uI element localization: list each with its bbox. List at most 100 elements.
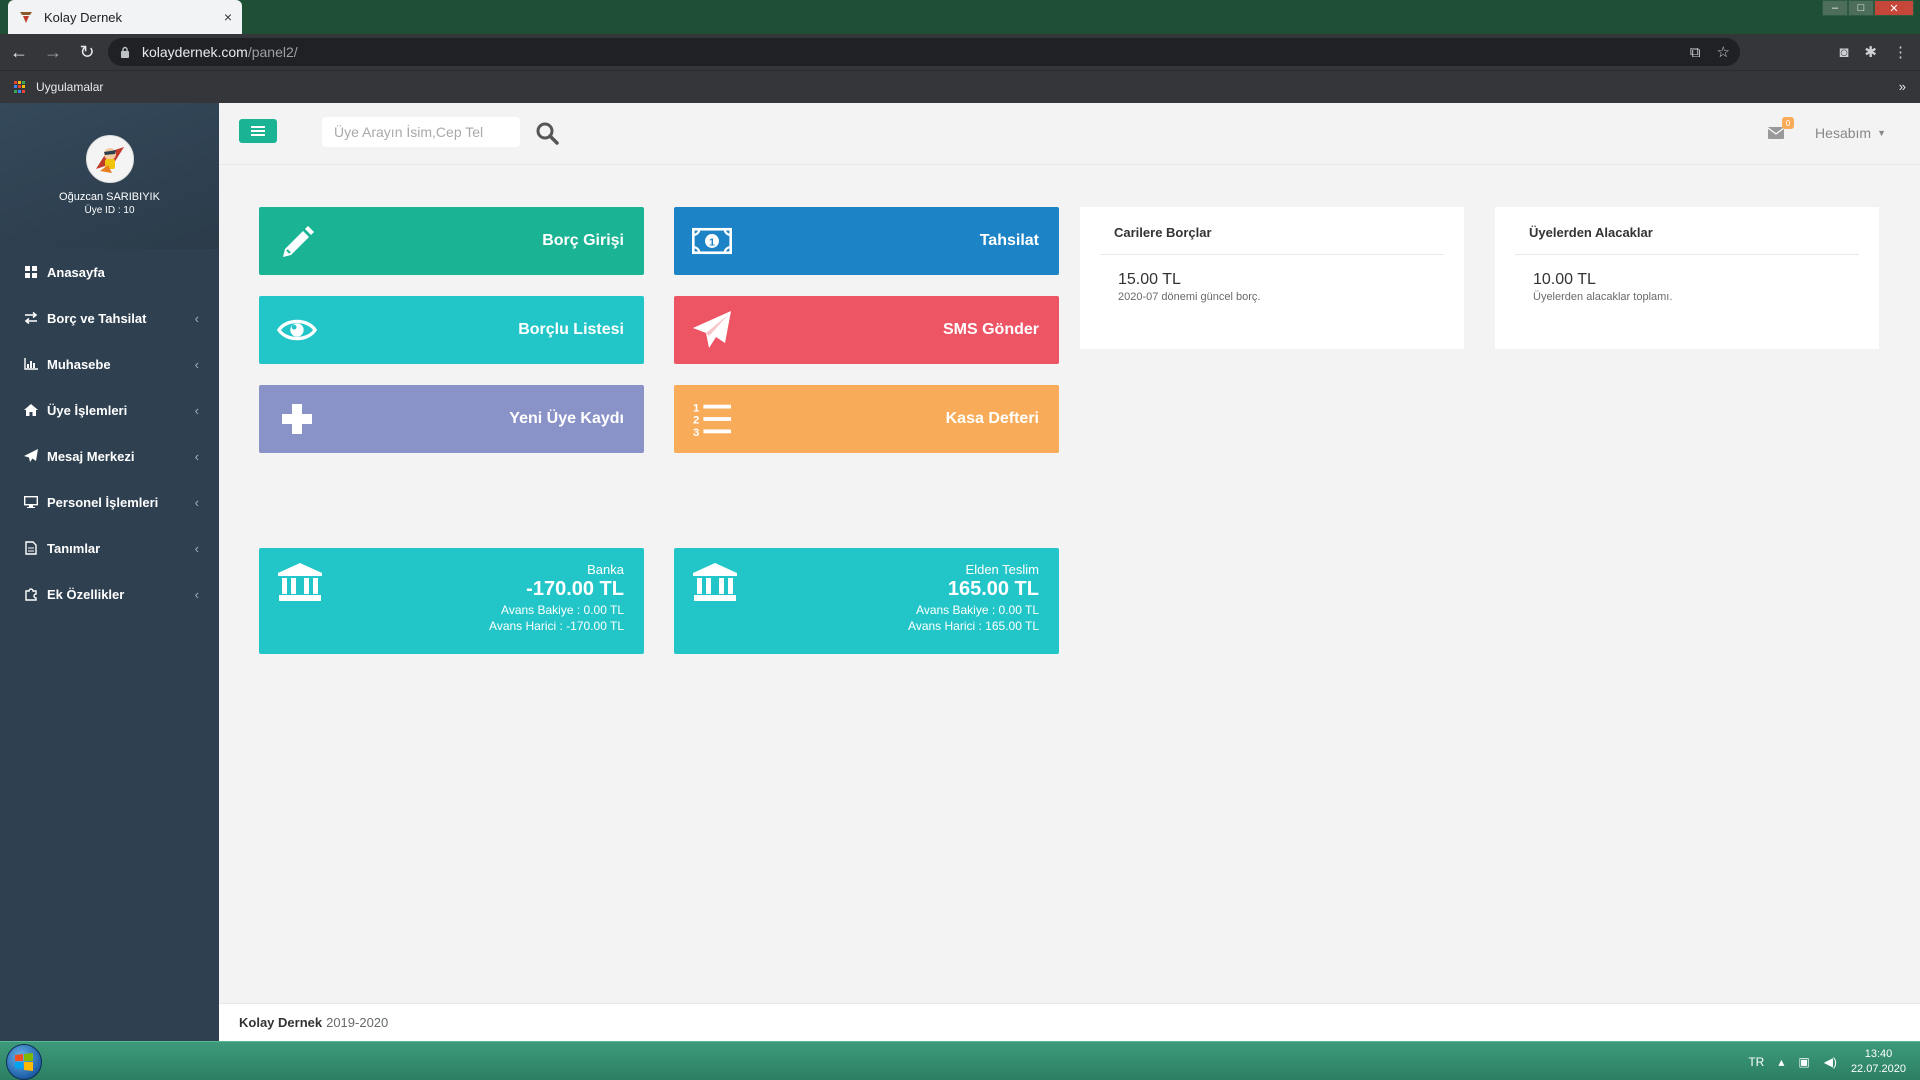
- bank-box-banka[interactable]: Banka -170.00 TL Avans Bakiye : 0.00 TL …: [259, 548, 644, 654]
- tray-expand-icon[interactable]: ▴: [1778, 1055, 1784, 1069]
- sidebar-item-anasayfa[interactable]: Anasayfa: [0, 249, 219, 295]
- sidebar-item-label: Anasayfa: [47, 264, 105, 280]
- plus-icon: [277, 399, 317, 439]
- maximize-icon[interactable]: □: [1848, 0, 1874, 16]
- bank-advance-balance: Avans Bakiye : 0.00 TL: [916, 603, 1039, 617]
- os-taskbar: TR ▴ ▣ ◀) 13:40 22.07.2020: [0, 1041, 1920, 1080]
- paper-plane-icon: [23, 448, 39, 464]
- bank-icon: [278, 563, 322, 601]
- member-search-input[interactable]: [322, 117, 520, 147]
- sidebar-item-mesaj-merkezi[interactable]: Mesaj Merkezi ‹: [0, 433, 219, 479]
- puzzle-icon: [23, 586, 39, 602]
- bar-chart-icon: [23, 356, 39, 372]
- tile-borc-girisi[interactable]: Borç Girişi: [259, 207, 644, 275]
- sidebar-item-ek-ozellikler[interactable]: Ek Özellikler ‹: [0, 571, 219, 617]
- browser-menu-icon[interactable]: ⋮: [1893, 43, 1908, 61]
- svg-text:3: 3: [693, 427, 699, 439]
- system-tray: TR ▴ ▣ ◀) 13:40 22.07.2020: [1748, 1042, 1906, 1080]
- bank-box-elden-teslim[interactable]: Elden Teslim 165.00 TL Avans Bakiye : 0.…: [674, 548, 1059, 654]
- sidebar-item-uye-islemleri[interactable]: Üye İşlemleri ‹: [0, 387, 219, 433]
- window-controls: – □ ✕: [1822, 0, 1914, 16]
- back-icon[interactable]: ←: [4, 37, 34, 67]
- sidebar-item-personel-islemleri[interactable]: Personel İşlemleri ‹: [0, 479, 219, 525]
- bookmarks-overflow-icon[interactable]: »: [1899, 79, 1906, 94]
- chevron-left-icon: ‹: [194, 310, 199, 326]
- chevron-left-icon: ‹: [194, 586, 199, 602]
- bookmark-star-icon[interactable]: ☆: [1717, 43, 1730, 61]
- tab-close-icon[interactable]: ×: [224, 9, 232, 25]
- messages-count-badge: 0: [1782, 117, 1794, 129]
- tile-kasa-defteri[interactable]: 123 Kasa Defteri: [674, 385, 1059, 453]
- chevron-left-icon: ‹: [194, 448, 199, 464]
- pencil-icon: [277, 221, 317, 261]
- network-icon[interactable]: ▣: [1798, 1055, 1809, 1069]
- file-icon: [23, 540, 39, 556]
- sidebar-item-label: Personel İşlemleri: [47, 494, 159, 510]
- sidebar-item-borc-ve-tahsilat[interactable]: Borç ve Tahsilat ‹: [0, 295, 219, 341]
- bank-amount: -170.00 TL: [526, 578, 624, 600]
- eye-icon: [277, 310, 317, 350]
- windows-logo-icon: [15, 1053, 33, 1071]
- start-button[interactable]: [6, 1044, 42, 1080]
- home-icon: [23, 402, 39, 418]
- account-dropdown[interactable]: Hesabım ▼: [1815, 125, 1886, 141]
- hamburger-icon: [251, 126, 265, 136]
- forward-icon[interactable]: →: [38, 37, 68, 67]
- sidebar-item-label: Muhasebe: [47, 356, 111, 372]
- tile-tahsilat[interactable]: 1 Tahsilat: [674, 207, 1059, 275]
- profile-name: Oğuzcan SARIBIYIK: [59, 191, 160, 203]
- system-clock[interactable]: 13:40 22.07.2020: [1851, 1047, 1906, 1077]
- bank-amount: 165.00 TL: [947, 578, 1039, 600]
- bank-name: Elden Teslim: [965, 562, 1039, 577]
- tile-sms-gonder[interactable]: SMS Gönder: [674, 296, 1059, 364]
- page-footer: Kolay Dernek 2019-2020: [219, 1003, 1920, 1041]
- volume-icon[interactable]: ◀): [1824, 1055, 1837, 1069]
- tile-yeni-uye-kaydi[interactable]: Yeni Üye Kaydı: [259, 385, 644, 453]
- url-field[interactable]: kolaydernek.com/panel2/ ⧉ ☆: [108, 38, 1740, 66]
- browser-titlebar: Kolay Dernek × – □ ✕: [0, 0, 1920, 34]
- sidebar-item-muhasebe[interactable]: Muhasebe ‹: [0, 341, 219, 387]
- tile-label: Yeni Üye Kaydı: [509, 410, 624, 427]
- tile-borclu-listesi[interactable]: Borçlu Listesi: [259, 296, 644, 364]
- menu-toggle-button[interactable]: [239, 119, 277, 143]
- sidebar-item-tanimlar[interactable]: Tanımlar ‹: [0, 525, 219, 571]
- profile-id: Üye ID : 10: [84, 205, 135, 216]
- tab-title: Kolay Dernek: [44, 9, 123, 25]
- sidebar-item-label: Borç ve Tahsilat: [47, 310, 147, 326]
- tile-label: Kasa Defteri: [945, 410, 1039, 427]
- caret-down-icon: ▼: [1877, 128, 1886, 138]
- svg-text:1: 1: [709, 237, 715, 248]
- language-indicator[interactable]: TR: [1748, 1055, 1764, 1069]
- browser-tab[interactable]: Kolay Dernek ×: [8, 0, 242, 34]
- avatar[interactable]: [85, 135, 134, 183]
- chevron-left-icon: ‹: [194, 494, 199, 510]
- bookmark-apps[interactable]: Uygulamalar: [36, 80, 103, 94]
- translate-icon[interactable]: ⧉: [1690, 44, 1701, 61]
- tile-label: SMS Gönder: [942, 321, 1039, 338]
- dashboard-icon: [23, 264, 39, 280]
- widget-title: Üyelerden Alacaklar: [1515, 225, 1859, 255]
- bank-excluding-advance: Avans Harici : -170.00 TL: [489, 619, 624, 633]
- window-close-icon[interactable]: ✕: [1874, 0, 1914, 16]
- sidebar-menu: Anasayfa Borç ve Tahsilat ‹ Muhasebe ‹ Ü…: [0, 249, 219, 617]
- apps-grid-icon[interactable]: [14, 81, 26, 93]
- search-icon: [536, 122, 559, 145]
- widget-subtitle: Üyelerden alacaklar toplamı.: [1533, 291, 1673, 303]
- bank-icon: [693, 563, 737, 601]
- messages-button[interactable]: 0: [1768, 117, 1794, 141]
- bank-excluding-advance: Avans Harici : 165.00 TL: [908, 619, 1039, 633]
- reload-icon[interactable]: ↻: [72, 37, 102, 67]
- profile-panel: Oğuzcan SARIBIYIK Üye ID : 10: [0, 103, 219, 249]
- main-content: 0 Hesabım ▼ Borç Girişi 1 Tahsilat Borçl…: [219, 103, 1920, 1041]
- paper-plane-icon: [692, 310, 732, 350]
- sidebar-item-label: Ek Özellikler: [47, 586, 125, 602]
- extensions-icon[interactable]: ✱: [1864, 43, 1877, 61]
- tile-label: Borç Girişi: [542, 232, 624, 249]
- svg-text:1: 1: [693, 402, 700, 414]
- minimize-icon[interactable]: –: [1822, 0, 1848, 16]
- widget-carilere-borclar: Carilere Borçlar 15.00 TL 2020-07 dönemi…: [1080, 207, 1464, 349]
- chevron-left-icon: ‹: [194, 356, 199, 372]
- desktop-icon: [23, 494, 39, 510]
- camera-icon[interactable]: ◙: [1839, 44, 1848, 61]
- search-button[interactable]: [533, 119, 561, 147]
